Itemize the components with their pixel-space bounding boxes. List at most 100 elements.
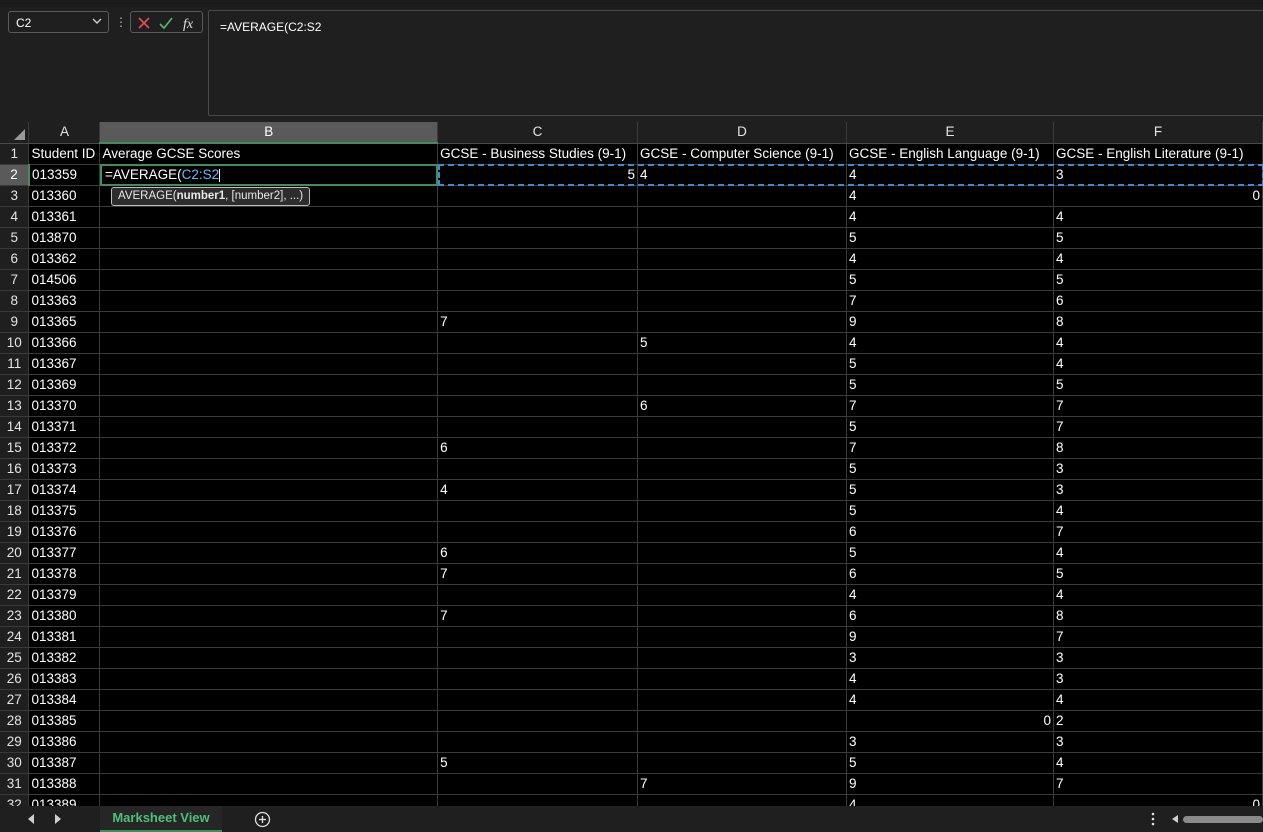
cell[interactable] — [99, 584, 439, 606]
cell[interactable]: 2 — [1053, 710, 1263, 732]
cell[interactable]: 9 — [846, 311, 1054, 333]
cell[interactable] — [637, 374, 847, 396]
cell[interactable] — [637, 479, 847, 501]
cell[interactable] — [99, 626, 439, 648]
cell[interactable] — [637, 668, 847, 690]
cell[interactable]: 7 — [1053, 416, 1263, 438]
row-header[interactable]: 17 — [0, 479, 30, 501]
cell[interactable]: 013382 — [28, 647, 101, 669]
cell[interactable] — [637, 710, 847, 732]
cell[interactable] — [437, 248, 639, 270]
scroll-left-icon[interactable] — [1170, 814, 1180, 824]
row-header[interactable]: 32 — [0, 794, 30, 806]
column-title-cell[interactable]: GCSE - Computer Science (9-1) — [637, 143, 847, 165]
cell[interactable]: 3 — [1053, 647, 1263, 669]
cell[interactable]: 0 — [1053, 185, 1263, 207]
row-header[interactable]: 19 — [0, 521, 30, 543]
cell[interactable]: 7 — [637, 773, 847, 795]
cell[interactable] — [99, 353, 439, 375]
column-header-f[interactable]: F — [1053, 122, 1263, 144]
cell[interactable] — [437, 290, 639, 312]
cell[interactable] — [437, 206, 639, 228]
row-header[interactable]: 22 — [0, 584, 30, 606]
cell[interactable]: 013372 — [28, 437, 101, 459]
cell[interactable] — [99, 647, 439, 669]
cell[interactable]: 7 — [846, 290, 1054, 312]
column-title-cell[interactable]: Student ID — [28, 143, 101, 165]
cell[interactable] — [99, 374, 439, 396]
cell[interactable]: 013365 — [28, 311, 101, 333]
cell[interactable] — [99, 416, 439, 438]
column-title-cell[interactable]: GCSE - Business Studies (9-1) — [437, 143, 639, 165]
cell[interactable] — [99, 164, 439, 186]
cancel-icon[interactable] — [136, 15, 152, 31]
cell[interactable]: 4 — [846, 185, 1054, 207]
column-header-c[interactable]: C — [437, 122, 639, 144]
cell[interactable]: 014506 — [28, 269, 101, 291]
row-header[interactable]: 27 — [0, 689, 30, 711]
row-header[interactable]: 25 — [0, 647, 30, 669]
cell[interactable] — [637, 563, 847, 585]
sheet-tab-marksheet-view[interactable]: Marksheet View — [100, 806, 222, 832]
cell[interactable]: 5 — [846, 353, 1054, 375]
cell[interactable]: 6 — [1053, 290, 1263, 312]
cell[interactable]: 3 — [1053, 458, 1263, 480]
cell[interactable] — [437, 668, 639, 690]
cell[interactable]: 4 — [1053, 332, 1263, 354]
cell[interactable]: 013359 — [28, 164, 101, 186]
row-header[interactable]: 9 — [0, 311, 30, 333]
cell[interactable]: 7 — [437, 311, 639, 333]
row-header[interactable]: 16 — [0, 458, 30, 480]
cell[interactable]: 8 — [1053, 437, 1263, 459]
column-title-cell[interactable]: Average GCSE Scores — [99, 143, 439, 165]
cell[interactable]: 013376 — [28, 521, 101, 543]
cell[interactable] — [637, 290, 847, 312]
cell[interactable] — [99, 710, 439, 732]
cell[interactable] — [437, 731, 639, 753]
scroll-tabs-right-icon[interactable] — [53, 813, 63, 825]
cell[interactable] — [437, 269, 639, 291]
row-header[interactable]: 10 — [0, 332, 30, 354]
row-header[interactable]: 20 — [0, 542, 30, 564]
row-header[interactable]: 4 — [0, 206, 30, 228]
row-header[interactable]: 18 — [0, 500, 30, 522]
cell[interactable] — [637, 185, 847, 207]
cell[interactable]: 5 — [846, 479, 1054, 501]
cell[interactable] — [99, 500, 439, 522]
column-header-b[interactable]: B — [99, 122, 439, 144]
cell[interactable]: 5 — [846, 458, 1054, 480]
chevron-down-icon[interactable] — [91, 15, 103, 27]
cell[interactable]: 9 — [846, 626, 1054, 648]
cell[interactable]: 5 — [637, 332, 847, 354]
cell[interactable] — [637, 269, 847, 291]
cell[interactable]: 013387 — [28, 752, 101, 774]
scroll-tabs-left-icon[interactable] — [26, 813, 36, 825]
column-title-cell[interactable]: GCSE - English Language (9-1) — [846, 143, 1054, 165]
cell[interactable] — [637, 458, 847, 480]
cell[interactable]: 3 — [846, 647, 1054, 669]
column-header-d[interactable]: D — [637, 122, 847, 144]
cell[interactable] — [637, 311, 847, 333]
row-header[interactable]: 7 — [0, 269, 30, 291]
cell[interactable]: 013374 — [28, 479, 101, 501]
cell[interactable] — [637, 521, 847, 543]
cell[interactable] — [99, 395, 439, 417]
cell[interactable] — [437, 185, 639, 207]
name-box[interactable]: C2 — [8, 11, 109, 33]
cell[interactable]: 4 — [1053, 689, 1263, 711]
cell[interactable]: 013360 — [28, 185, 101, 207]
cell[interactable] — [99, 437, 439, 459]
cell[interactable]: 7 — [846, 395, 1054, 417]
column-header-e[interactable]: E — [846, 122, 1054, 144]
more-options-icon[interactable] — [1148, 811, 1158, 827]
cell[interactable]: 6 — [437, 542, 639, 564]
cell[interactable]: 0 — [846, 710, 1054, 732]
row-header[interactable]: 6 — [0, 248, 30, 270]
cell[interactable] — [437, 395, 639, 417]
cell[interactable] — [99, 311, 439, 333]
cell[interactable]: 7 — [437, 563, 639, 585]
cell[interactable]: 7 — [1053, 395, 1263, 417]
cell[interactable]: 013389 — [28, 794, 101, 806]
cell[interactable] — [99, 227, 439, 249]
cell[interactable]: 5 — [1053, 374, 1263, 396]
